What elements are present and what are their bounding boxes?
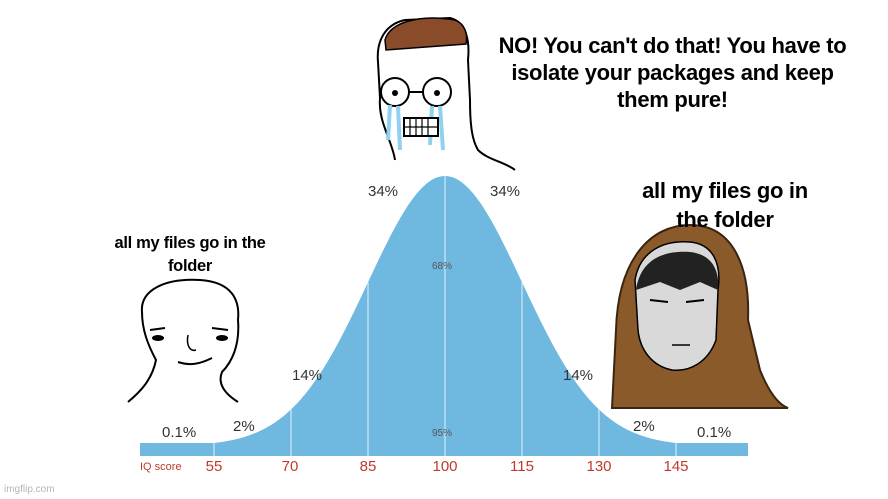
tick-label-115: 115 xyxy=(510,458,534,475)
band-label-center-95: 95% xyxy=(432,428,453,439)
tick-label-85: 85 xyxy=(359,458,377,475)
right-caption: all my files go in the folder xyxy=(642,178,808,232)
sd-divider-lines xyxy=(213,176,677,456)
watermark: imgflip.com xyxy=(4,484,55,495)
tick-label-70: 70 xyxy=(281,458,299,475)
left-caption: all my files go in the folder xyxy=(114,234,266,275)
band-label-left-14: 14% xyxy=(292,367,323,384)
band-label-right-14: 14% xyxy=(563,367,594,384)
band-label-left-01: 0.1% xyxy=(162,424,197,441)
tick-label-100: 100 xyxy=(432,458,458,475)
band-label-center-68: 68% xyxy=(432,261,453,272)
band-label-right-34: 34% xyxy=(490,183,521,200)
band-label-right-2: 2% xyxy=(633,418,655,435)
smug-wojak-character xyxy=(127,278,240,403)
top-caption: NO! You can't do that! You have to isola… xyxy=(498,33,847,112)
tick-label-145: 145 xyxy=(663,458,689,475)
hooded-character xyxy=(610,223,789,409)
tick-label-130: 130 xyxy=(586,458,612,475)
axis-label: IQ score xyxy=(140,461,182,473)
band-label-right-01: 0.1% xyxy=(697,424,732,441)
band-label-left-2: 2% xyxy=(233,418,255,435)
band-label-left-34: 34% xyxy=(368,183,399,200)
tick-label-55: 55 xyxy=(205,458,223,475)
